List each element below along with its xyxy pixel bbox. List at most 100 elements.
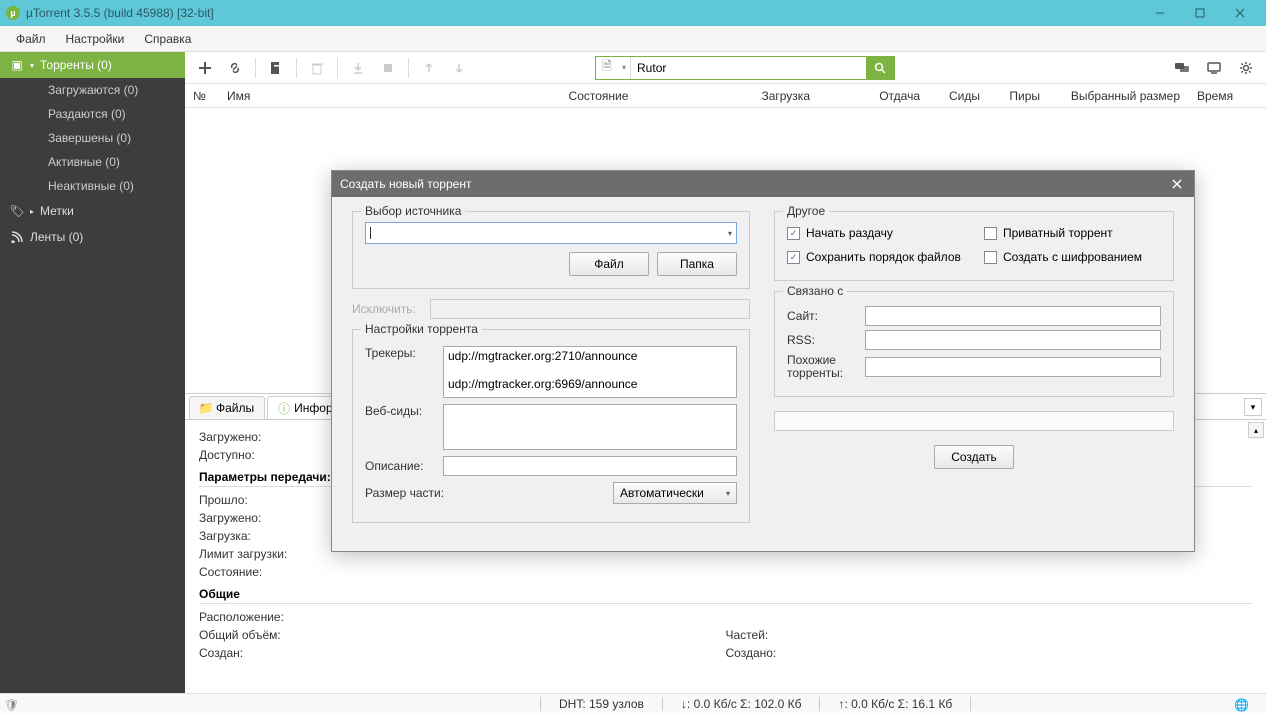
page-icon: 🗎 <box>596 57 618 78</box>
detail-total-size: Общий объём: <box>199 626 726 644</box>
checkbox-icon: ✓ <box>787 227 800 240</box>
tag-icon: 🏷 <box>10 204 24 218</box>
globe-icon[interactable]: 🌐 <box>1234 698 1246 710</box>
torrent-list-header: № Имя Состояние Загрузка Отдача Сиды Пир… <box>185 84 1266 108</box>
similar-input[interactable] <box>865 357 1161 377</box>
download-icon: ▣ <box>10 58 24 72</box>
expand-icon: ▸ <box>30 207 34 216</box>
related-legend: Связано с <box>783 284 847 298</box>
description-label: Описание: <box>365 459 435 473</box>
search-input[interactable] <box>631 61 866 75</box>
app-logo: µ <box>6 6 20 20</box>
col-peers[interactable]: Пиры <box>989 89 1049 103</box>
stop-button[interactable] <box>374 54 402 82</box>
dialog-titlebar[interactable]: Создать новый торрент <box>332 171 1194 197</box>
sidebar-completed[interactable]: Завершены (0) <box>0 126 185 150</box>
sidebar-inactive[interactable]: Неактивные (0) <box>0 174 185 198</box>
sidebar-torrents[interactable]: ▣ ▾ Торренты (0) <box>0 52 185 78</box>
rss-icon <box>10 230 24 244</box>
search-box: 🗎 ▾ <box>595 56 895 80</box>
create-button[interactable]: Создать <box>934 445 1014 469</box>
site-label: Сайт: <box>787 309 857 323</box>
move-up-button[interactable] <box>415 54 443 82</box>
webseeds-input[interactable] <box>443 404 737 450</box>
chk-preserve-order[interactable]: ✓Сохранить порядок файлов <box>787 250 964 264</box>
preferences-button[interactable] <box>1232 54 1260 82</box>
piece-size-select[interactable]: Автоматически▾ <box>613 482 737 504</box>
folder-icon: 📁 <box>200 402 212 414</box>
remote-button[interactable] <box>1200 54 1228 82</box>
chk-encrypt[interactable]: Создать с шифрованием <box>984 250 1161 264</box>
piece-size-label: Размер части: <box>365 486 605 500</box>
toolbar: 🗎 ▾ <box>185 52 1266 84</box>
col-seeds[interactable]: Сиды <box>929 89 989 103</box>
start-button[interactable] <box>344 54 372 82</box>
folder-button[interactable]: Папка <box>657 252 737 276</box>
col-num[interactable]: № <box>185 89 219 103</box>
search-button[interactable] <box>866 57 894 79</box>
sidebar-downloading[interactable]: Загружаются (0) <box>0 78 185 102</box>
rss-label: RSS: <box>787 333 857 347</box>
status-dht[interactable]: DHT: 159 узлов <box>549 697 654 711</box>
menu-settings[interactable]: Настройки <box>56 29 135 49</box>
shield-icon: 🛡 <box>4 698 16 710</box>
sidebar-feeds[interactable]: Ленты (0) <box>0 224 185 250</box>
separator <box>337 58 338 78</box>
menu-file[interactable]: Файл <box>6 29 56 49</box>
description-input[interactable] <box>443 456 737 476</box>
col-selected-size[interactable]: Выбранный размер <box>1049 89 1189 103</box>
menu-bar: Файл Настройки Справка <box>0 26 1266 52</box>
status-down[interactable]: ↓: 0.0 Кб/с Σ: 102.0 Кб <box>671 697 812 711</box>
close-window-button[interactable] <box>1220 0 1260 26</box>
maximize-button[interactable] <box>1180 0 1220 26</box>
col-upload[interactable]: Отдача <box>819 89 929 103</box>
separator <box>255 58 256 78</box>
col-name[interactable]: Имя <box>219 89 539 103</box>
minimize-button[interactable] <box>1140 0 1180 26</box>
dialog-close-button[interactable] <box>1168 175 1186 193</box>
col-download[interactable]: Загрузка <box>659 89 819 103</box>
source-fieldset: Выбор источника ▾ Файл Папка <box>352 211 750 289</box>
add-url-button[interactable] <box>221 54 249 82</box>
create-torrent-button[interactable] <box>262 54 290 82</box>
info-icon: ⓘ <box>278 402 290 414</box>
move-down-button[interactable] <box>445 54 473 82</box>
title-bar: µ µTorrent 3.5.5 (build 45988) [32-bit] <box>0 0 1266 26</box>
col-state[interactable]: Состояние <box>539 89 659 103</box>
scroll-up-button[interactable]: ▴ <box>1248 422 1264 438</box>
chat-button[interactable] <box>1168 54 1196 82</box>
source-combo[interactable]: ▾ <box>365 222 737 244</box>
sidebar-active[interactable]: Активные (0) <box>0 150 185 174</box>
sidebar: ▣ ▾ Торренты (0) Загружаются (0) Раздают… <box>0 52 185 693</box>
col-time[interactable]: Время <box>1189 89 1249 103</box>
create-torrent-dialog: Создать новый торрент Выбор источника ▾ … <box>331 170 1195 552</box>
expand-icon: ▾ <box>30 61 34 70</box>
similar-label: Похожие торренты: <box>787 354 857 380</box>
sidebar-seeding[interactable]: Раздаются (0) <box>0 102 185 126</box>
trackers-input[interactable] <box>443 346 737 398</box>
related-fieldset: Связано с Сайт: RSS: Похожие торренты: <box>774 291 1174 397</box>
add-torrent-button[interactable] <box>191 54 219 82</box>
webseeds-label: Веб-сиды: <box>365 404 435 418</box>
search-provider-dropdown[interactable]: ▾ <box>618 57 631 79</box>
site-input[interactable] <box>865 306 1161 326</box>
exclude-input <box>430 299 750 319</box>
separator <box>296 58 297 78</box>
tab-files[interactable]: 📁Файлы <box>189 396 265 419</box>
sidebar-labels[interactable]: 🏷 ▸ Метки <box>0 198 185 224</box>
menu-help[interactable]: Справка <box>134 29 201 49</box>
status-up[interactable]: ↑: 0.0 Кб/с Σ: 16.1 Кб <box>828 697 962 711</box>
sidebar-label: Метки <box>40 204 74 218</box>
progress-bar <box>774 411 1174 431</box>
other-legend: Другое <box>783 204 829 218</box>
status-bar: 🛡 DHT: 159 узлов ↓: 0.0 Кб/с Σ: 102.0 Кб… <box>0 693 1266 713</box>
chk-start-seeding[interactable]: ✓Начать раздачу <box>787 226 964 240</box>
delete-button[interactable] <box>303 54 331 82</box>
checkbox-icon <box>984 251 997 264</box>
rss-input[interactable] <box>865 330 1161 350</box>
tabs-overflow-button[interactable]: ▾ <box>1244 398 1262 416</box>
checkbox-icon: ✓ <box>787 251 800 264</box>
dialog-title: Создать новый торрент <box>340 177 471 191</box>
file-button[interactable]: Файл <box>569 252 649 276</box>
chk-private[interactable]: Приватный торрент <box>984 226 1161 240</box>
